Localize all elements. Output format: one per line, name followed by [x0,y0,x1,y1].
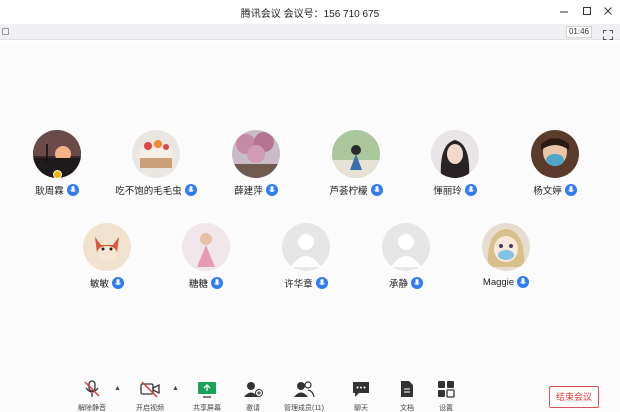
settings-button[interactable]: 设置 [424,379,468,412]
participant-name: 敏敏 [89,279,109,290]
participant-name: 惲丽玲 [433,186,462,197]
microphone-icon [112,277,124,289]
participant-name: 吃不饱的毛毛虫 [115,186,182,197]
anime-girl-mask-avatar [482,223,530,271]
host-badge-icon [53,170,62,179]
share-screen-button[interactable]: 共享屏幕 [185,379,229,412]
participant-tile[interactable]: 薛建萍 [211,130,301,197]
default-person-avatar [282,223,330,271]
microphone-icon [464,184,477,196]
cartoon-fox-avatar [83,223,131,271]
participant-name: 芦荟柠檬 [329,186,368,197]
settings-label: 设置 [439,405,453,412]
documents-label: 文档 [400,405,414,412]
invite-label: 邀请 [246,405,260,412]
documents-button[interactable]: 文档 [385,379,429,412]
microphone-icon [265,184,278,196]
window-title: 腾讯会议 会议号：156 710 675 [240,9,380,20]
participant-gallery: 耿周霖 吃不饱的毛毛虫 薛建萍 芦荟柠檬 惲丽玲 杨文婷 敏敏 糖糖 许华章 承… [0,41,620,375]
masked-selfie-avatar [531,130,579,178]
participant-tile[interactable]: 耿周霖 [12,130,102,197]
participant-tile[interactable]: Maggie [461,223,551,288]
share-screen-icon [185,379,229,399]
start-video-label: 开启视频 [136,405,164,412]
participant-tile[interactable]: 承静 [361,223,451,290]
participant-name: 薛建萍 [234,186,263,197]
meeting-timer: 01:46 [566,26,592,38]
title-bar: 腾讯会议 会议号：156 710 675 [0,0,620,24]
add-person-icon [231,379,275,399]
chat-icon [339,379,383,399]
microphone-icon [184,184,197,196]
share-screen-label: 共享屏幕 [193,405,221,412]
cherry-blossom-avatar [232,130,280,178]
participant-name: Maggie [482,276,515,288]
participant-tile[interactable]: 吃不饱的毛毛虫 [111,130,201,197]
meeting-info-bar: 01:46 [0,24,620,40]
minimize-icon[interactable] [556,4,572,18]
microphone-icon [211,277,223,289]
document-icon [385,379,429,399]
chat-label: 聊天 [354,405,368,412]
participant-name: 杨文婷 [533,186,562,197]
end-meeting-button[interactable]: 结束会议 [549,386,599,408]
video-options-caret-icon[interactable]: ▲ [172,385,179,392]
microphone-icon [564,184,577,196]
meeting-toolbar: 解除静音 ▲ 开启视频 ▲ 共享屏幕 邀请 管理成员(11) 聊天 文档 设置 … [0,375,620,412]
microphone-icon [517,276,530,288]
invite-button[interactable]: 邀请 [231,379,275,412]
microphone-icon [370,184,383,196]
settings-grid-icon [424,379,468,399]
fullscreen-icon[interactable] [603,27,613,40]
participant-name: 耿周霖 [35,186,64,197]
participant-tile[interactable]: 糖糖 [161,223,251,290]
start-video-button[interactable]: 开启视频 [128,379,172,412]
unmute-button[interactable]: 解除静音 [70,379,114,412]
audio-options-caret-icon[interactable]: ▲ [114,385,121,392]
participant-tile[interactable]: 许华章 [261,223,351,290]
girl-photo-avatar [431,130,479,178]
participant-tile[interactable]: 惲丽玲 [410,130,500,197]
manage-members-label: 管理成员(11) [284,405,324,412]
microphone-icon [411,277,423,289]
participant-name: 许华章 [284,279,313,290]
chat-button[interactable]: 聊天 [339,379,383,412]
maximize-icon[interactable] [579,4,595,18]
manage-members-button[interactable]: 管理成员(11) [282,379,326,412]
participant-tile[interactable]: 杨文婷 [510,130,600,197]
muted-microphone-icon [70,379,114,399]
girl-in-garden-avatar [332,130,380,178]
camera-off-icon [128,379,172,399]
pink-dress-girl-avatar [182,223,230,271]
microphone-icon [66,184,79,196]
microphone-icon [315,277,328,289]
members-icon [282,379,326,399]
participant-tile[interactable]: 敏敏 [62,223,152,290]
participant-name: 糖糖 [188,279,208,290]
close-icon[interactable] [600,4,616,18]
meeting-info-icon[interactable] [2,28,9,35]
unmute-label: 解除静音 [78,405,106,412]
participant-name: 承静 [388,279,408,290]
participant-tile[interactable]: 芦荟柠檬 [311,130,401,197]
cake-avatar [132,130,180,178]
default-person-avatar [382,223,430,271]
